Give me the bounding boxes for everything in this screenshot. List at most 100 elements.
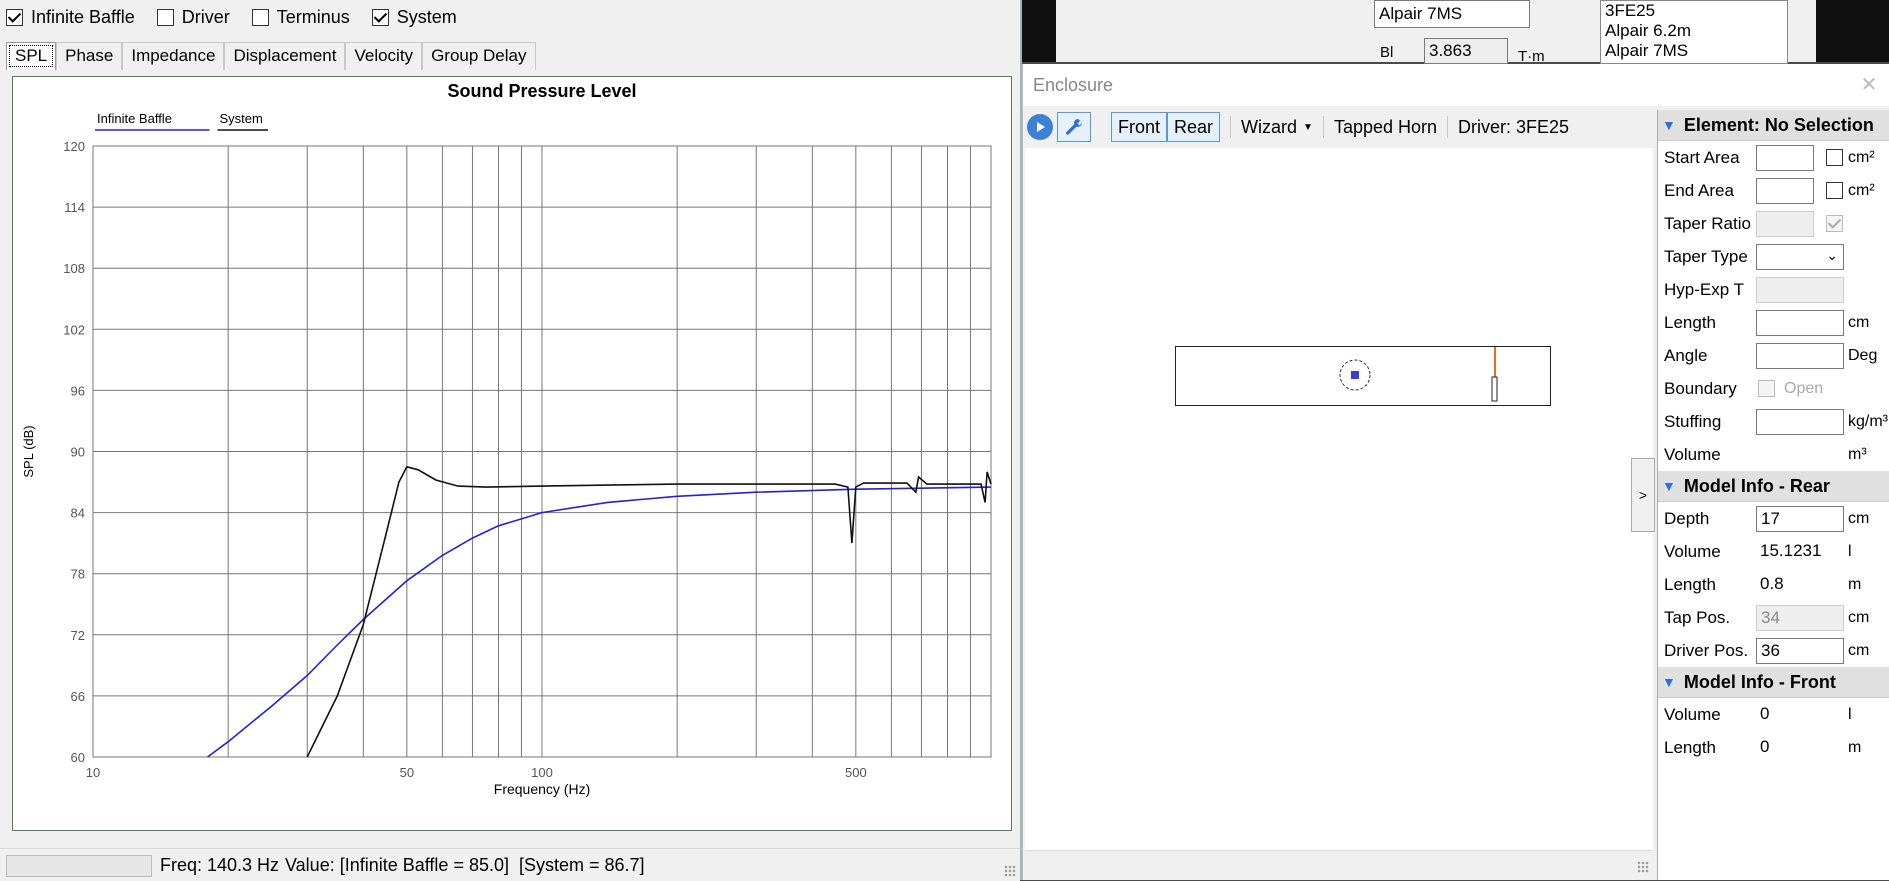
prop-input [1756, 210, 1814, 237]
enclosure-shape [1339, 347, 1498, 402]
prop-label: Stuffing [1664, 411, 1722, 431]
triangle-down-icon[interactable]: ▼ [1662, 674, 1676, 690]
curve-toggle-row: Infinite Baffle Driver Terminus System [6, 4, 479, 30]
prop-row: Boundary Open [1658, 372, 1889, 405]
prop-label: Volume [1664, 444, 1721, 464]
triangle-down-icon[interactable]: ▼ [1662, 117, 1676, 133]
checkbox-driver[interactable]: Driver [156, 6, 230, 28]
prop-label: Tap Pos. [1664, 607, 1731, 627]
prop-checkbox[interactable] [1826, 182, 1843, 199]
tapped-horn-label[interactable]: Tapped Horn [1334, 117, 1437, 138]
checkbox-box[interactable] [156, 8, 174, 26]
section-title: Model Info - Rear [1683, 475, 1830, 496]
legend-entry: System [220, 111, 263, 126]
prop-label: Depth [1664, 508, 1710, 528]
spl-chart: Sound Pressure Level Frequency (Hz) SPL (d… [21, 81, 992, 797]
prop-row: Hyp-Exp T [1658, 273, 1889, 306]
checkbox-box[interactable] [6, 8, 23, 26]
section-front[interactable]: ▼ Model Info - Front [1658, 667, 1889, 698]
wrench-icon[interactable] [1057, 112, 1091, 142]
title-bar: Enclosure ✕ [1023, 64, 1889, 106]
y-tick-label: 102 [63, 322, 85, 337]
prop-input[interactable] [1756, 177, 1814, 204]
graph-tabs: SPL Phase Impedance Displacement Velocit… [6, 42, 536, 70]
horizontal-scrollbar[interactable] [1025, 850, 1653, 877]
list-item[interactable]: 3FE25 [1605, 1, 1787, 21]
checkbox-label: Driver [181, 6, 230, 27]
driver-list[interactable]: 3FE25 Alpair 6.2m Alpair 7MS [1600, 0, 1788, 64]
front-rows: Volume 0 l Length 0 m [1658, 698, 1889, 764]
tab-phase[interactable]: Phase [56, 42, 123, 70]
prop-unit: l [1848, 542, 1852, 560]
prop-row: Length 0 m [1658, 731, 1889, 764]
prop-label: Volume [1664, 541, 1721, 561]
prop-unit: cm² [1848, 148, 1875, 166]
tab-spl[interactable]: SPL [6, 42, 57, 70]
chevron-down-icon[interactable]: ▼ [1303, 122, 1313, 133]
rear-button[interactable]: Rear [1167, 112, 1221, 142]
chevron-down-icon[interactable]: ⌄ [1826, 247, 1838, 264]
section-title: Element: No Selection [1683, 114, 1874, 135]
close-icon[interactable]: ✕ [1858, 74, 1880, 96]
status-value: Value: [Infinite Baffle = 85.0] [System … [285, 855, 645, 875]
prop-select[interactable]: ⌄ [1756, 243, 1844, 270]
rear-rows: Depth 17 cm Volume 15.1231 l Length 0.8 m Tap Pos… [1658, 502, 1889, 667]
x-tick-label: 500 [845, 765, 867, 780]
toolbar-separator [1322, 116, 1324, 138]
y-axis-label: SPL (dB) [21, 425, 36, 477]
list-item[interactable]: Alpair 6.2m [1605, 21, 1787, 41]
checkbox-label: Terminus [276, 6, 350, 27]
resize-grip[interactable] [1004, 865, 1016, 877]
prop-unit: cm [1848, 641, 1870, 659]
collapse-panel-button[interactable]: > [1631, 458, 1655, 532]
checkbox-box[interactable] [251, 8, 269, 26]
element-rows: Start Area cm² End Area cm² Taper Ratio Taper… [1658, 141, 1889, 471]
prop-label: Length [1664, 312, 1716, 332]
prop-label: Length [1664, 737, 1716, 757]
prop-unit: cm² [1848, 181, 1875, 199]
prop-checkbox [1758, 380, 1775, 397]
driver-label[interactable]: Driver: 3FE25 [1458, 117, 1569, 138]
y-tick-label: 108 [63, 261, 85, 276]
resize-grip[interactable] [1637, 861, 1649, 873]
enclosure-canvas[interactable] [1025, 148, 1653, 850]
wizard-menu[interactable]: Wizard [1241, 117, 1297, 138]
prop-row: Volume m³ [1658, 438, 1889, 471]
prop-value[interactable]: 36 [1756, 637, 1844, 664]
section-title: Model Info - Front [1683, 671, 1836, 692]
section-element[interactable]: ▼ Element: No Selection [1658, 110, 1889, 141]
bl-field[interactable]: 3.863 [1424, 38, 1508, 64]
tab-impedance[interactable]: Impedance [122, 42, 225, 70]
prop-row: Taper Ratio [1658, 207, 1889, 240]
tab-displacement[interactable]: Displacement [224, 42, 346, 70]
prop-input[interactable] [1756, 144, 1814, 171]
tab-velocity[interactable]: Velocity [345, 42, 423, 70]
triangle-down-icon[interactable]: ▼ [1662, 478, 1676, 494]
list-item[interactable]: Alpair 7MS [1605, 41, 1787, 61]
enclosure-drawing[interactable] [1175, 346, 1551, 406]
driver-name-field[interactable]: Alpair 7MS [1374, 0, 1530, 28]
series-line-0 [207, 486, 992, 758]
front-button[interactable]: Front [1111, 112, 1168, 142]
prop-input[interactable] [1756, 408, 1844, 435]
prop-input[interactable] [1756, 309, 1844, 336]
prop-label: End Area [1664, 180, 1734, 200]
checkbox-infinite-baffle[interactable]: Infinite Baffle [6, 7, 135, 28]
tab-group-delay[interactable]: Group Delay [422, 42, 536, 70]
progress-bar [6, 855, 152, 877]
x-axis-label: Frequency (Hz) [494, 781, 590, 797]
checkbox-box[interactable] [371, 8, 389, 26]
prop-checkbox[interactable] [1826, 149, 1843, 166]
prop-unit: Open [1784, 379, 1824, 397]
chart-title: Sound Pressure Level [447, 81, 636, 101]
checkbox-system[interactable]: System [371, 7, 457, 28]
section-rear[interactable]: ▼ Model Info - Rear [1658, 471, 1889, 502]
play-icon[interactable] [1027, 114, 1053, 140]
prop-value: 34 [1756, 604, 1844, 631]
window-title: Enclosure [1033, 75, 1114, 95]
y-tick-label: 60 [71, 750, 85, 765]
checkbox-terminus[interactable]: Terminus [251, 6, 350, 28]
prop-value[interactable]: 17 [1756, 505, 1844, 532]
prop-row: Stuffing kg/m³ [1658, 405, 1889, 438]
prop-input[interactable] [1756, 342, 1844, 369]
